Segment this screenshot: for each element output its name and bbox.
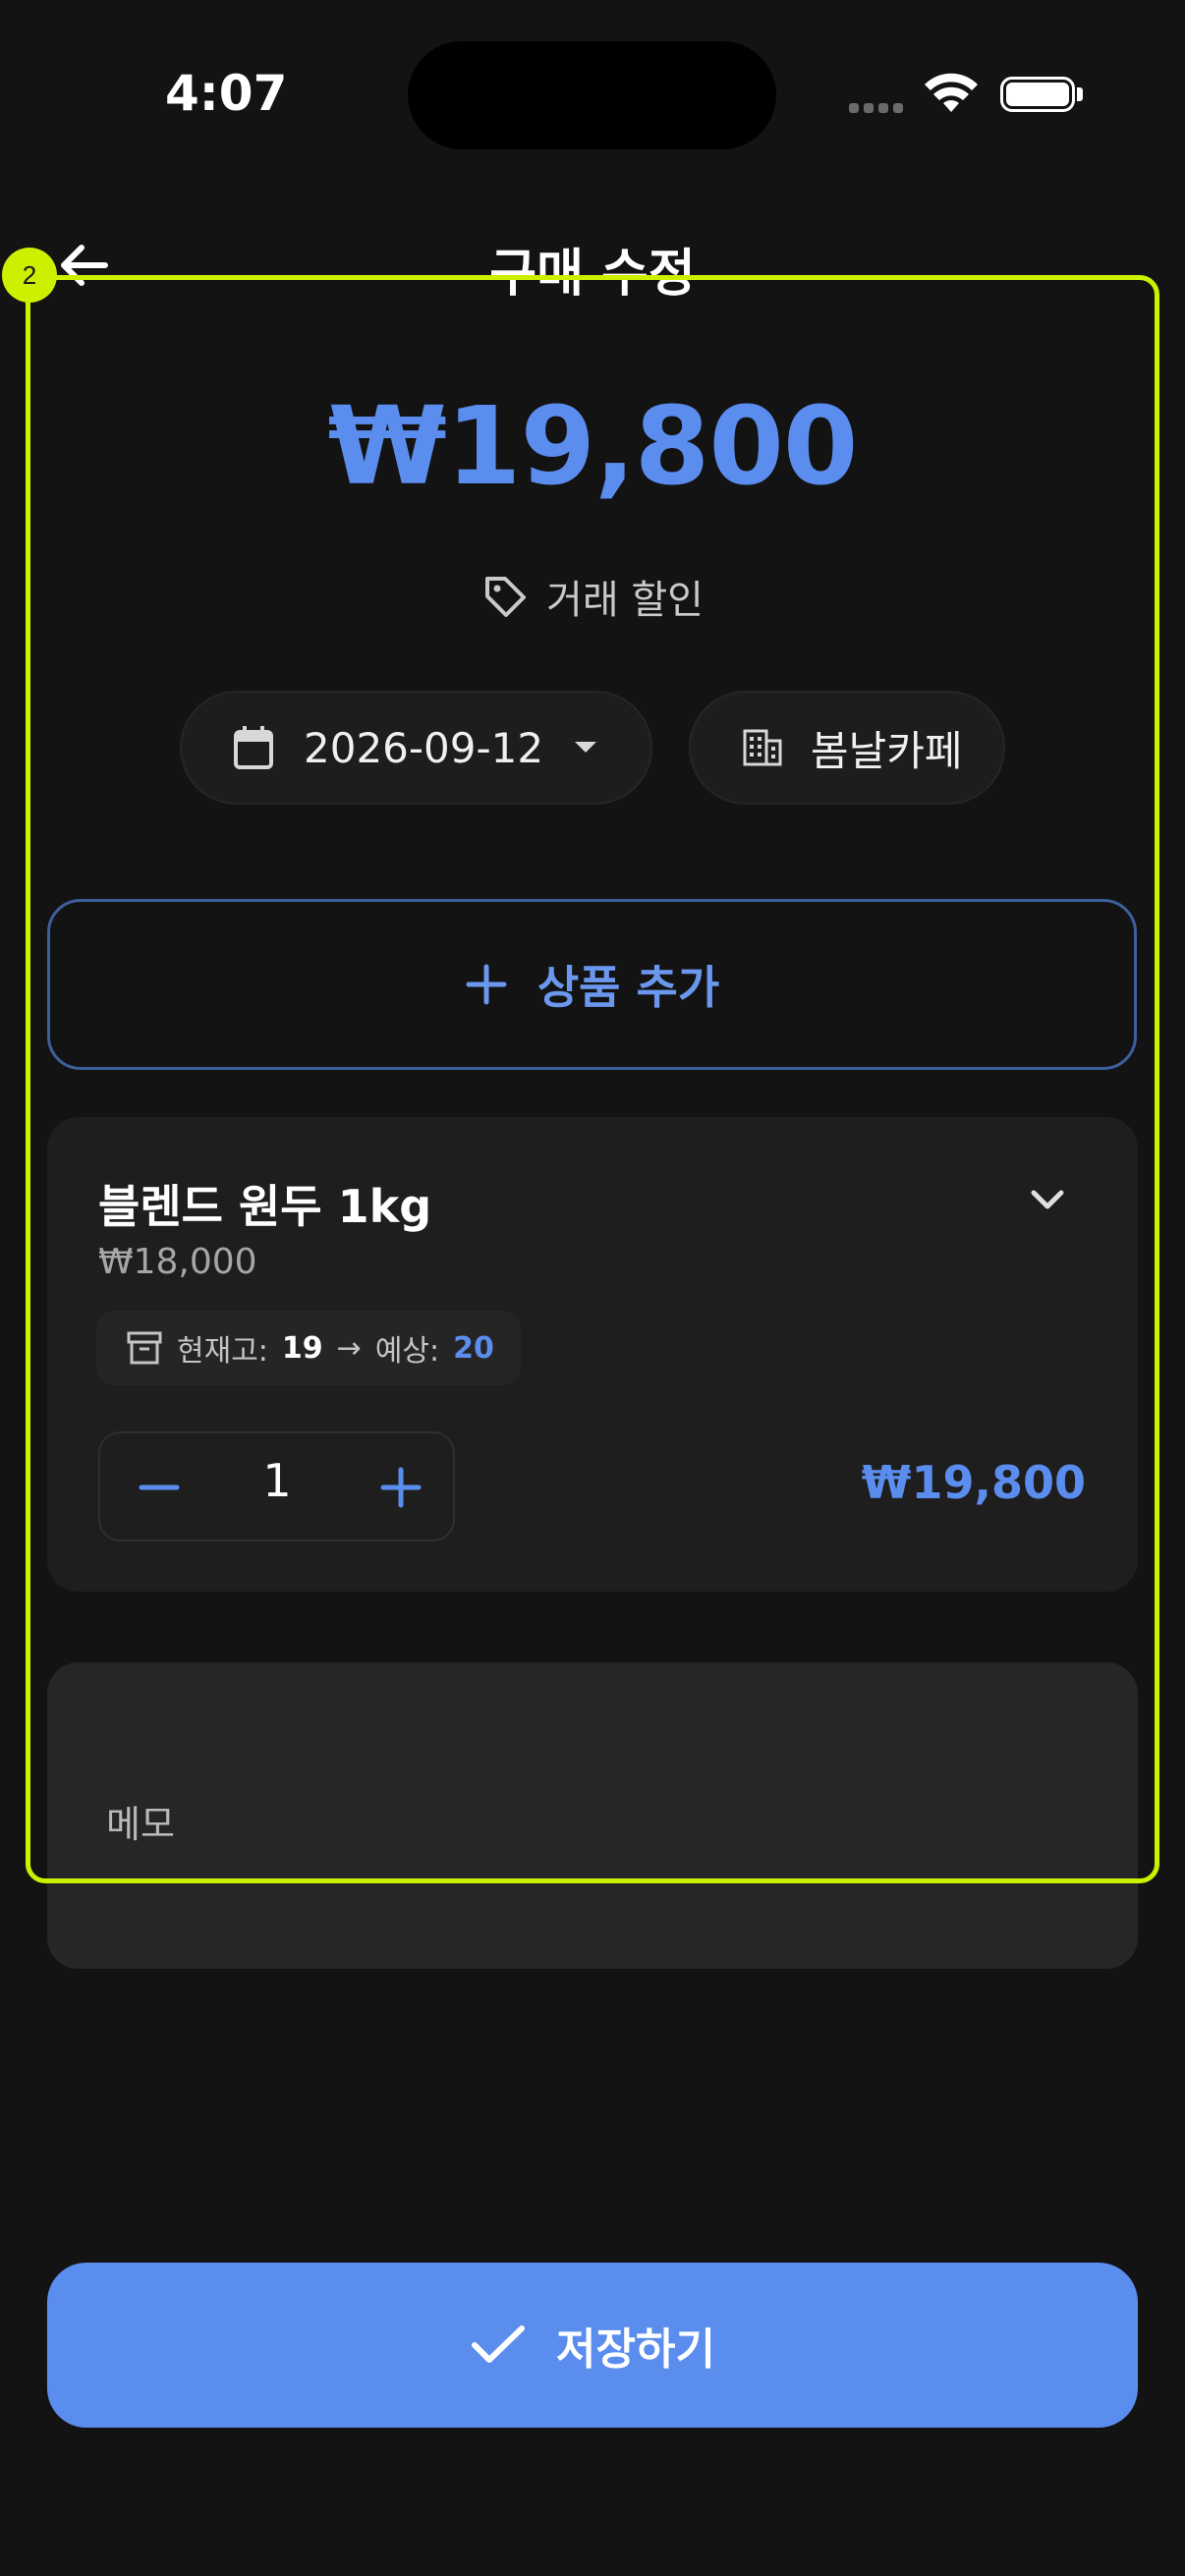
- stock-info: 현재고: 19 → 예상: 20: [96, 1311, 521, 1385]
- archive-box-icon: [127, 1331, 162, 1365]
- stock-current-value: 19: [281, 1330, 323, 1366]
- status-time: 4:07: [165, 65, 288, 122]
- product-unit-price: ₩18,000: [98, 1242, 257, 1282]
- chevron-down-icon[interactable]: [1026, 1179, 1069, 1222]
- add-product-button[interactable]: 상품 추가: [47, 899, 1137, 1070]
- stock-current-label: 현재고:: [177, 1334, 268, 1369]
- minus-icon[interactable]: [130, 1458, 189, 1517]
- tag-icon: [485, 577, 527, 617]
- date-chip[interactable]: 2026-09-12: [180, 691, 652, 805]
- quantity-value: 1: [262, 1454, 292, 1507]
- plus-icon[interactable]: [371, 1458, 430, 1517]
- discount-button[interactable]: 거래 할인: [0, 568, 1185, 625]
- battery-icon: [1000, 77, 1075, 112]
- highlight-badge: 2: [2, 248, 57, 303]
- date-value: 2026-09-12: [304, 723, 544, 772]
- memo-field[interactable]: [47, 1662, 1138, 1969]
- memo-placeholder: 메모: [106, 1803, 175, 1846]
- discount-label: 거래 할인: [546, 578, 704, 623]
- product-name: 블렌드 원두 1kg: [98, 1180, 432, 1233]
- dynamic-island: [408, 41, 776, 149]
- battery-cap: [1077, 87, 1083, 101]
- plus-icon: [466, 964, 507, 1005]
- calendar-icon: [234, 726, 273, 769]
- cellular-signal-icon: [849, 98, 908, 117]
- save-label: 저장하기: [556, 2324, 715, 2375]
- highlight-frame: [26, 275, 1159, 1883]
- stock-expected-value: 20: [453, 1330, 494, 1366]
- building-icon: [743, 729, 782, 766]
- wifi-icon: [925, 73, 978, 112]
- stock-expected-label: 예상:: [374, 1334, 440, 1369]
- stock-arrow: →: [336, 1330, 362, 1366]
- store-value: 봄날카페: [811, 726, 963, 775]
- total-amount: ₩19,800: [327, 383, 859, 509]
- caret-down-icon: [575, 742, 597, 753]
- line-total: ₩19,800: [861, 1456, 1086, 1509]
- save-button[interactable]: 저장하기: [47, 2263, 1138, 2428]
- page-title: 구매 수정: [489, 245, 696, 304]
- store-chip[interactable]: 봄날카페: [689, 691, 1005, 805]
- check-icon: [472, 2325, 526, 2363]
- add-product-label: 상품 추가: [536, 961, 720, 1014]
